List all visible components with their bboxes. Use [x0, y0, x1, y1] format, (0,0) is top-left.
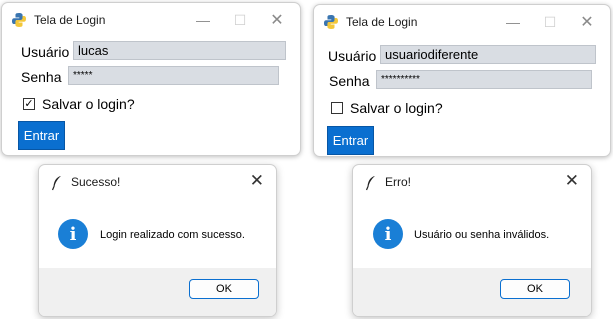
usuario-input[interactable]: lucas: [73, 41, 286, 60]
window-title: Tela de Login: [34, 13, 106, 27]
python-logo-icon: [12, 13, 26, 27]
dialog-message: Usuário ou senha inválidos.: [414, 229, 550, 241]
usuario-input[interactable]: usuariodiferente: [380, 45, 596, 64]
ok-button[interactable]: OK: [189, 279, 259, 299]
titlebar[interactable]: Tela de Login — ☐ ✕: [2, 3, 300, 37]
dialog-body: i Login realizado com sucesso.: [39, 199, 276, 269]
feather-icon: [51, 176, 61, 191]
dialog-message: Login realizado com sucesso.: [100, 229, 245, 241]
senha-input[interactable]: *****: [68, 66, 279, 85]
save-login-label: Salvar o login?: [350, 100, 443, 116]
save-login-checkbox[interactable]: [331, 102, 343, 114]
save-login-label: Salvar o login?: [42, 96, 135, 112]
usuario-label: Usuário: [328, 48, 377, 64]
close-button[interactable]: ✕: [565, 171, 579, 191]
dialog-title: Sucesso!: [71, 175, 121, 189]
maximize-button[interactable]: ☐: [537, 11, 563, 33]
info-icon: i: [373, 219, 403, 249]
enter-button[interactable]: Entrar: [327, 126, 374, 155]
success-dialog: Sucesso! ✕ i Login realizado com sucesso…: [38, 164, 277, 317]
error-dialog: Erro! ✕ i Usuário ou senha inválidos. OK: [352, 164, 592, 317]
dialog-title: Erro!: [385, 175, 412, 189]
senha-input[interactable]: **********: [376, 70, 592, 89]
save-login-checkbox[interactable]: ✓: [23, 98, 35, 110]
dialog-footer: OK: [39, 268, 276, 316]
minimize-button[interactable]: —: [190, 9, 216, 31]
ok-button[interactable]: OK: [500, 279, 570, 299]
login-window-left: Tela de Login — ☐ ✕ Usuário lucas Senha …: [1, 2, 301, 156]
close-button[interactable]: ✕: [264, 9, 290, 31]
usuario-label: Usuário: [21, 44, 70, 60]
maximize-button[interactable]: ☐: [227, 9, 253, 31]
enter-button[interactable]: Entrar: [18, 121, 65, 150]
close-button[interactable]: ✕: [250, 171, 264, 191]
feather-icon: [365, 176, 375, 191]
senha-label: Senha: [329, 73, 370, 89]
login-window-right: Tela de Login — ☐ ✕ Usuário usuariodifer…: [313, 4, 611, 157]
info-icon: i: [58, 219, 88, 249]
senha-label: Senha: [21, 69, 62, 85]
python-logo-icon: [324, 15, 338, 29]
titlebar[interactable]: Tela de Login — ☐ ✕: [314, 5, 610, 39]
close-button[interactable]: ✕: [574, 11, 600, 33]
minimize-button[interactable]: —: [500, 11, 526, 33]
window-title: Tela de Login: [346, 15, 418, 29]
dialog-footer: OK: [353, 268, 591, 316]
dialog-body: i Usuário ou senha inválidos.: [353, 199, 591, 269]
